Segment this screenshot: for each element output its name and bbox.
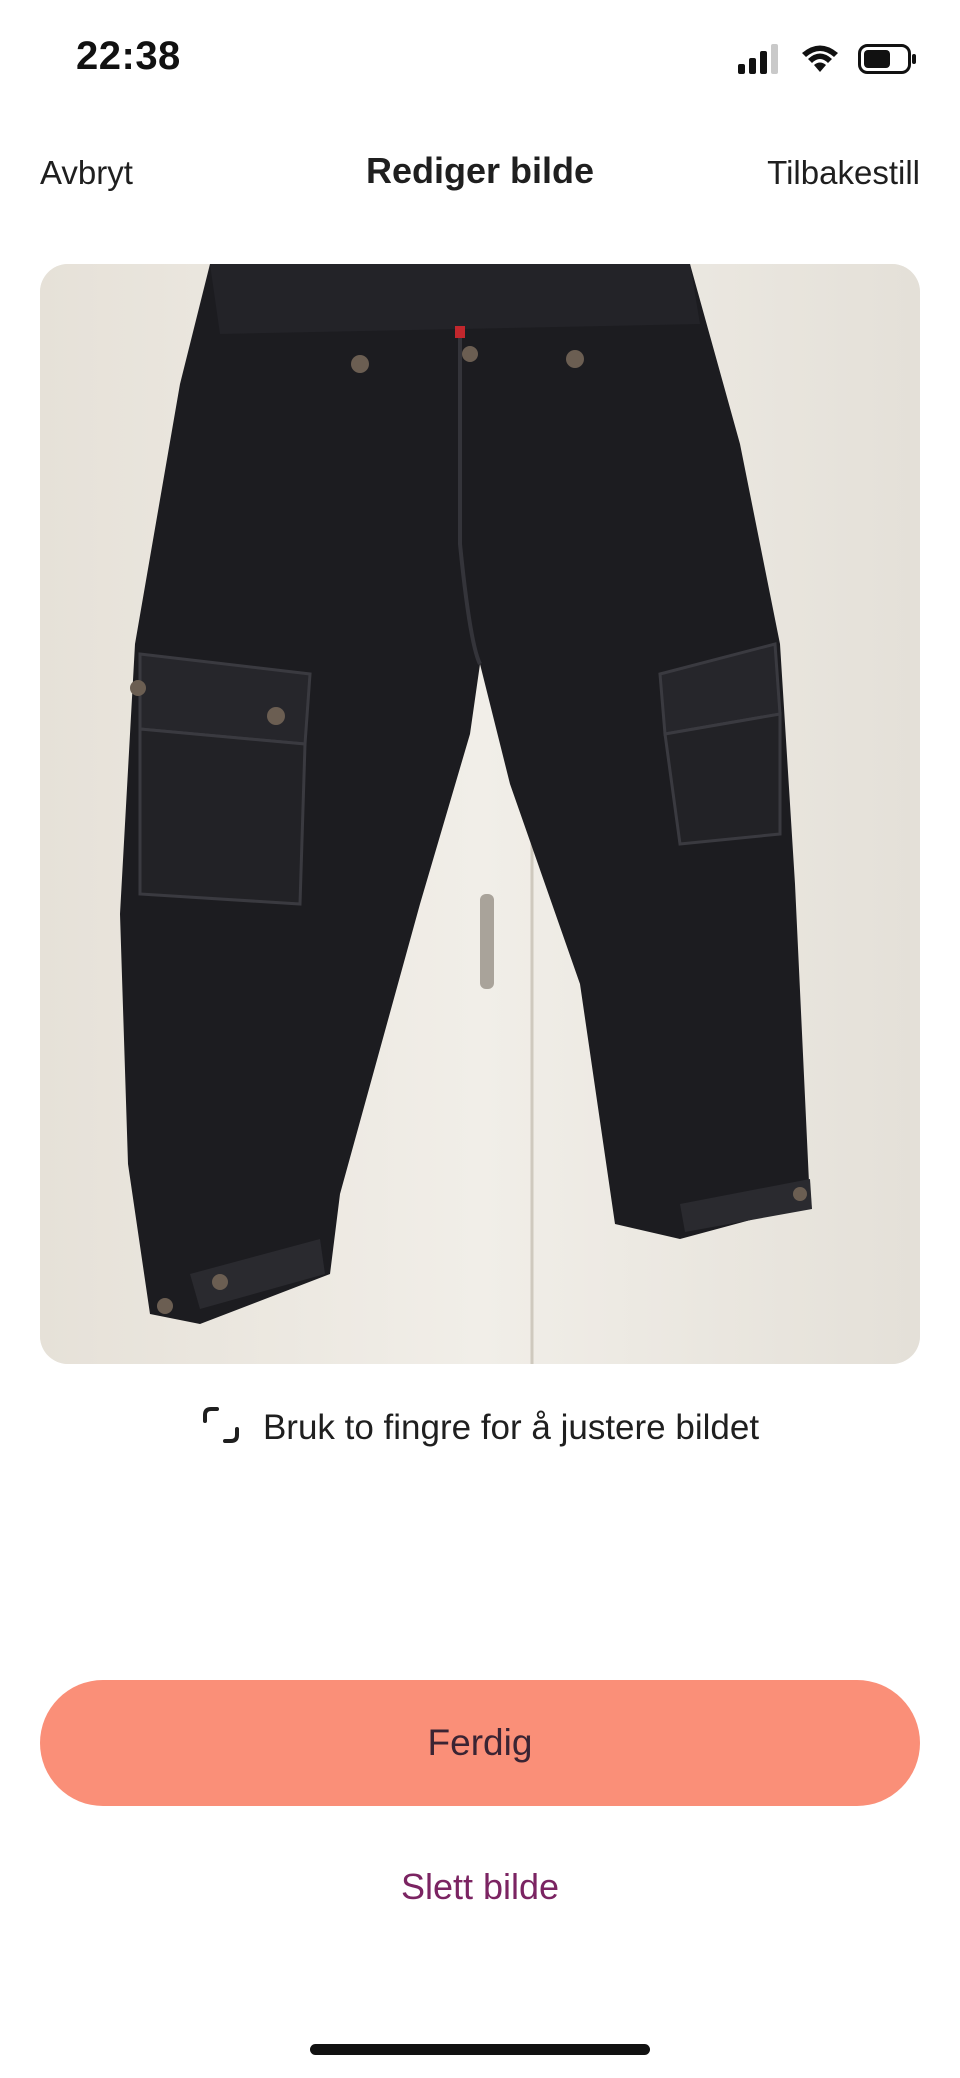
nav-bar: Avbryt Rediger bilde Tilbakestill xyxy=(0,140,960,210)
cargo-pants-photo xyxy=(40,264,920,1364)
delete-image-button[interactable]: Slett bilde xyxy=(0,1866,960,1908)
hint-text: Bruk to fingre for å justere bildet xyxy=(262,1407,760,1447)
status-time: 22:38 xyxy=(76,34,181,78)
cellular-signal-icon xyxy=(738,44,782,79)
battery-icon xyxy=(858,44,918,79)
crop-corners-icon xyxy=(201,1405,241,1450)
status-bar: 22:38 xyxy=(0,0,960,120)
home-indicator[interactable] xyxy=(310,2044,650,2055)
done-button[interactable]: Ferdig xyxy=(40,1680,920,1806)
status-icons xyxy=(738,44,918,79)
done-button-label: Ferdig xyxy=(427,1722,533,1763)
wifi-icon xyxy=(800,44,840,79)
reset-button[interactable]: Tilbakestill xyxy=(767,154,920,192)
adjust-hint: Bruk to fingre for å justere bildet xyxy=(0,1405,960,1450)
edit-image[interactable] xyxy=(40,264,920,1364)
